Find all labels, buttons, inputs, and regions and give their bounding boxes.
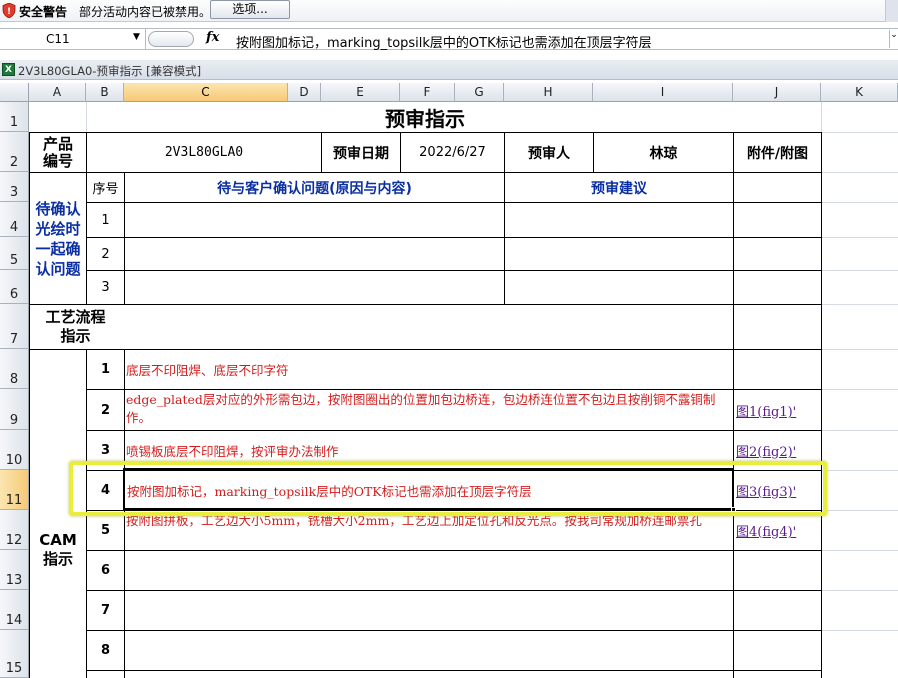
table-border: [29, 349, 821, 350]
attachment-link-fig1[interactable]: 图1(fig1)': [736, 401, 796, 420]
confirm-section-label[interactable]: 待确认 光绘时 一起确 认问题: [30, 173, 86, 304]
row-header-11[interactable]: 11: [0, 470, 29, 510]
attachment-link-fig2[interactable]: 图2(fig2)': [736, 441, 796, 460]
workbook-title: 2V3L80GLA0-预审指示 [兼容模式]: [18, 64, 202, 78]
column-header-k[interactable]: K: [821, 83, 898, 102]
security-warning-message: 部分活动内容已被禁用。: [79, 5, 212, 19]
options-button[interactable]: 选项...: [210, 0, 290, 19]
row-header-15[interactable]: 15: [0, 630, 29, 678]
cam-row-number[interactable]: 6: [87, 551, 124, 590]
table-border: [86, 550, 821, 551]
table-border: [86, 630, 821, 631]
gridline: [821, 389, 898, 390]
product-label[interactable]: 产品 编号: [30, 133, 86, 172]
confirm-row-number[interactable]: 2: [87, 238, 124, 270]
table-border: [86, 270, 821, 271]
table-border: [821, 132, 822, 678]
column-header-h[interactable]: H: [504, 83, 593, 102]
table-border: [733, 132, 734, 678]
gridline: [821, 270, 898, 271]
row-header-13[interactable]: 13: [0, 550, 29, 590]
fx-icon[interactable]: fx: [206, 30, 219, 45]
product-value[interactable]: 2V3L80GLA0: [87, 133, 321, 172]
gridline: [821, 237, 898, 238]
table-border: [29, 304, 821, 305]
confirm-row-number[interactable]: 3: [87, 271, 124, 304]
column-header-f[interactable]: F: [400, 83, 455, 102]
formula-content[interactable]: 按附图加标记，marking_topsilk层中的OTK标记也需添加在顶层字符层: [236, 32, 652, 51]
chevron-down-icon[interactable]: ▼: [133, 32, 140, 42]
column-header-c[interactable]: C: [124, 83, 288, 102]
cam-row-number[interactable]: 7: [87, 591, 124, 630]
cam-row-number[interactable]: 2: [87, 390, 124, 430]
select-all-corner[interactable]: [0, 83, 29, 102]
security-warning-title: 安全警告: [19, 5, 68, 19]
column-header-d[interactable]: D: [288, 83, 321, 102]
row-header-1[interactable]: 1: [0, 102, 29, 132]
process-label[interactable]: 工艺流程 指示: [30, 305, 121, 349]
cam-row-text[interactable]: 按附图拼板，工艺边大小5mm，铣槽大小2mm，工艺边上加定位孔和反光点。按我司常…: [126, 512, 731, 549]
confirm-question-label[interactable]: 待与客户确认问题(原因与内容): [125, 173, 504, 202]
gridline: [821, 304, 898, 305]
column-header-b[interactable]: B: [86, 83, 124, 102]
svg-text:!: !: [7, 7, 11, 17]
cam-row-number[interactable]: 5: [87, 511, 124, 550]
seq-label[interactable]: 序号: [87, 173, 124, 202]
column-header-a[interactable]: A: [29, 83, 86, 102]
gridline: [821, 470, 898, 471]
confirm-row-number[interactable]: 1: [87, 203, 124, 237]
column-header-j[interactable]: J: [733, 83, 821, 102]
shield-warning-icon: !: [2, 3, 16, 18]
gridline: [821, 202, 898, 203]
table-border: [86, 202, 821, 203]
cam-row-text[interactable]: edge_plated层对应的外形需包边，按附图圈出的位置加包边桥连，包边桥连位…: [126, 391, 731, 427]
column-header-e[interactable]: E: [321, 83, 400, 102]
gridline: [821, 510, 898, 511]
gridline: [821, 630, 898, 631]
row-header-10[interactable]: 10: [0, 430, 29, 470]
cam-label[interactable]: CAM 指示: [30, 510, 86, 590]
name-box-value: C11: [46, 32, 70, 46]
formula-controls-pill[interactable]: [148, 31, 194, 47]
name-box[interactable]: [0, 29, 146, 49]
gridline: [821, 172, 898, 173]
review-date-label[interactable]: 预审日期: [322, 133, 400, 172]
row-header-12[interactable]: 12: [0, 510, 29, 550]
row-header-14[interactable]: 14: [0, 590, 29, 630]
row-header-4[interactable]: 4: [0, 202, 29, 237]
expand-formula-bar-icon[interactable]: ⌄: [889, 30, 898, 48]
security-bar-scroll[interactable]: [885, 0, 898, 22]
row-header-9[interactable]: 9: [0, 389, 29, 430]
cam-row-number[interactable]: 8: [87, 631, 124, 670]
gridline: [821, 349, 898, 350]
column-header-g[interactable]: G: [455, 83, 504, 102]
row-header-2[interactable]: 2: [0, 132, 29, 172]
review-date-value[interactable]: 2022/6/27: [401, 133, 504, 172]
highlight-annotation: [69, 461, 827, 516]
cam-row-text[interactable]: 底层不印阻焊、底层不印字符: [126, 360, 731, 379]
cam-row-text[interactable]: 喷锡板底层不印阻焊，按评审办法制作: [126, 441, 731, 460]
row-header-3[interactable]: 3: [0, 172, 29, 202]
table-border: [86, 237, 821, 238]
review-suggestion-label[interactable]: 预审建议: [505, 173, 733, 202]
gridline: [821, 590, 898, 591]
reviewer-value[interactable]: 林琼: [594, 133, 733, 172]
table-border: [86, 430, 821, 431]
gridline: [821, 430, 898, 431]
row-header-7[interactable]: 7: [0, 304, 29, 349]
sheet-title[interactable]: 预审指示: [29, 102, 821, 132]
column-header-i[interactable]: I: [593, 83, 733, 102]
table-border: [86, 389, 821, 390]
excel-workbook-icon: X: [2, 63, 15, 76]
table-border: [86, 670, 821, 671]
row-header-8[interactable]: 8: [0, 349, 29, 389]
cam-row-number[interactable]: 1: [87, 350, 124, 389]
attachment-link-fig4[interactable]: 图4(fig4)': [736, 521, 796, 540]
row-header-6[interactable]: 6: [0, 270, 29, 304]
reviewer-label[interactable]: 预审人: [505, 133, 593, 172]
attachment-label[interactable]: 附件/附图: [734, 133, 821, 172]
row-header-5[interactable]: 5: [0, 237, 29, 270]
table-border: [86, 590, 821, 591]
gridline: [821, 550, 898, 551]
